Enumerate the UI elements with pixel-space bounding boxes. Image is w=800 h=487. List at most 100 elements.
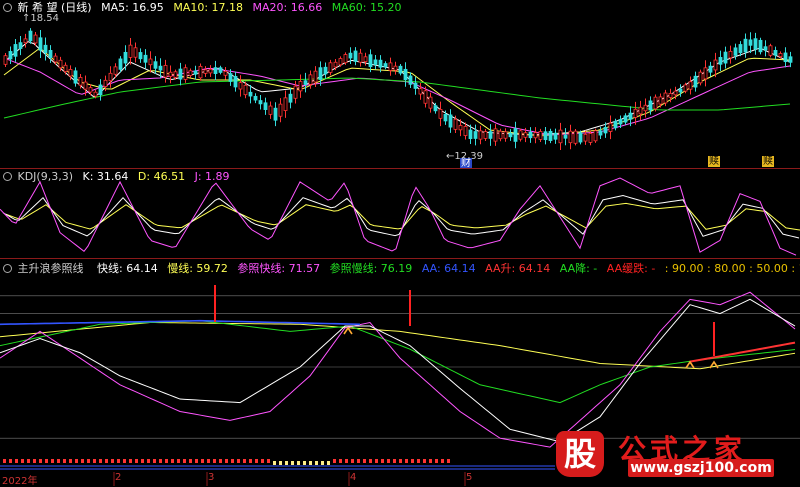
candle-body [748, 39, 753, 46]
candle-body [533, 132, 538, 139]
candle-body [288, 93, 293, 103]
signal-marker [267, 459, 270, 463]
candle-body [773, 49, 778, 56]
candle-body [453, 118, 458, 130]
signal-marker [213, 459, 216, 463]
watermark-logo: 股 [556, 431, 604, 477]
chart-canvas [0, 28, 800, 486]
candle-body [233, 75, 238, 88]
signal-marker [405, 459, 408, 463]
signal-marker [447, 459, 450, 463]
signal-marker [141, 459, 144, 463]
candle-body [28, 30, 33, 42]
candle-body [463, 126, 468, 136]
candle-body [703, 67, 708, 80]
candle-body [23, 38, 28, 44]
candle-body [283, 97, 288, 111]
candle-body [298, 81, 303, 92]
candle-body [693, 75, 698, 88]
signal-marker [369, 459, 372, 463]
candle-body [428, 96, 433, 109]
candle-body [243, 84, 248, 96]
ma5-line [3, 41, 791, 136]
candle-body [708, 65, 713, 73]
signal-marker [321, 461, 324, 465]
candle-body [193, 70, 198, 75]
signal-marker [15, 459, 18, 463]
signal-marker [105, 459, 108, 463]
signal-marker [81, 459, 84, 463]
signal-marker [21, 459, 24, 463]
candle-body [318, 67, 323, 80]
candle-body [698, 71, 703, 84]
candle-body [633, 108, 638, 118]
candle-body [758, 39, 763, 53]
candle-body [88, 87, 93, 93]
signal-marker [75, 459, 78, 463]
candle-body [513, 128, 518, 142]
candle-body [278, 103, 283, 117]
signal-marker [285, 461, 288, 465]
candle-body [603, 126, 608, 134]
candle-body [398, 65, 403, 74]
candle-body [63, 64, 68, 72]
candle-body [673, 90, 678, 96]
signal-marker [333, 459, 336, 463]
candle-body [253, 95, 258, 101]
candle-body [418, 88, 423, 95]
candle-body [503, 131, 508, 139]
candle-body [328, 62, 333, 73]
signal-marker [309, 461, 312, 465]
candle-body [153, 61, 158, 69]
signal-marker [159, 459, 162, 463]
candle-body [128, 44, 133, 58]
candle-body [198, 65, 203, 79]
candle-body [273, 107, 278, 121]
candle-body [473, 131, 478, 139]
candle-body [73, 70, 78, 84]
candle-body [478, 130, 483, 140]
signal-marker [171, 459, 174, 463]
watermark-url: www.gszj100.com [628, 459, 774, 477]
candle-body [248, 91, 253, 97]
candle-body [183, 67, 188, 80]
signal-marker [387, 459, 390, 463]
candle-body [263, 102, 268, 110]
ref-slow-line [0, 320, 796, 404]
candle-body [383, 63, 388, 68]
candle-body [148, 58, 153, 66]
signal-marker [399, 459, 402, 463]
candle-body [18, 42, 23, 49]
candle-body [573, 130, 578, 144]
candle-body [433, 105, 438, 112]
candle-body [498, 130, 503, 140]
candle-body [108, 72, 113, 82]
candle-body [568, 130, 573, 144]
signal-marker [411, 459, 414, 463]
signal-marker [3, 459, 6, 463]
candle-body [238, 82, 243, 90]
candle-body [678, 88, 683, 93]
candle-body [228, 73, 233, 82]
candle-body [493, 128, 498, 142]
signal-marker [123, 459, 126, 463]
signal-marker [315, 461, 318, 465]
signal-marker [393, 459, 396, 463]
signal-marker [129, 459, 132, 463]
candle-body [628, 112, 633, 120]
signal-marker [195, 459, 198, 463]
candle-body [728, 50, 733, 59]
candle-body [38, 37, 43, 51]
candle-body [333, 61, 338, 68]
candle-body [483, 131, 488, 139]
candle-body [293, 85, 298, 99]
signal-marker [39, 459, 42, 463]
candle-body [13, 44, 18, 57]
candle-body [388, 62, 393, 71]
candle-body [583, 133, 588, 142]
signal-marker [357, 459, 360, 463]
candle-body [203, 69, 208, 74]
candle-body [518, 130, 523, 140]
slow-line [0, 321, 796, 370]
candle-body [393, 65, 398, 71]
